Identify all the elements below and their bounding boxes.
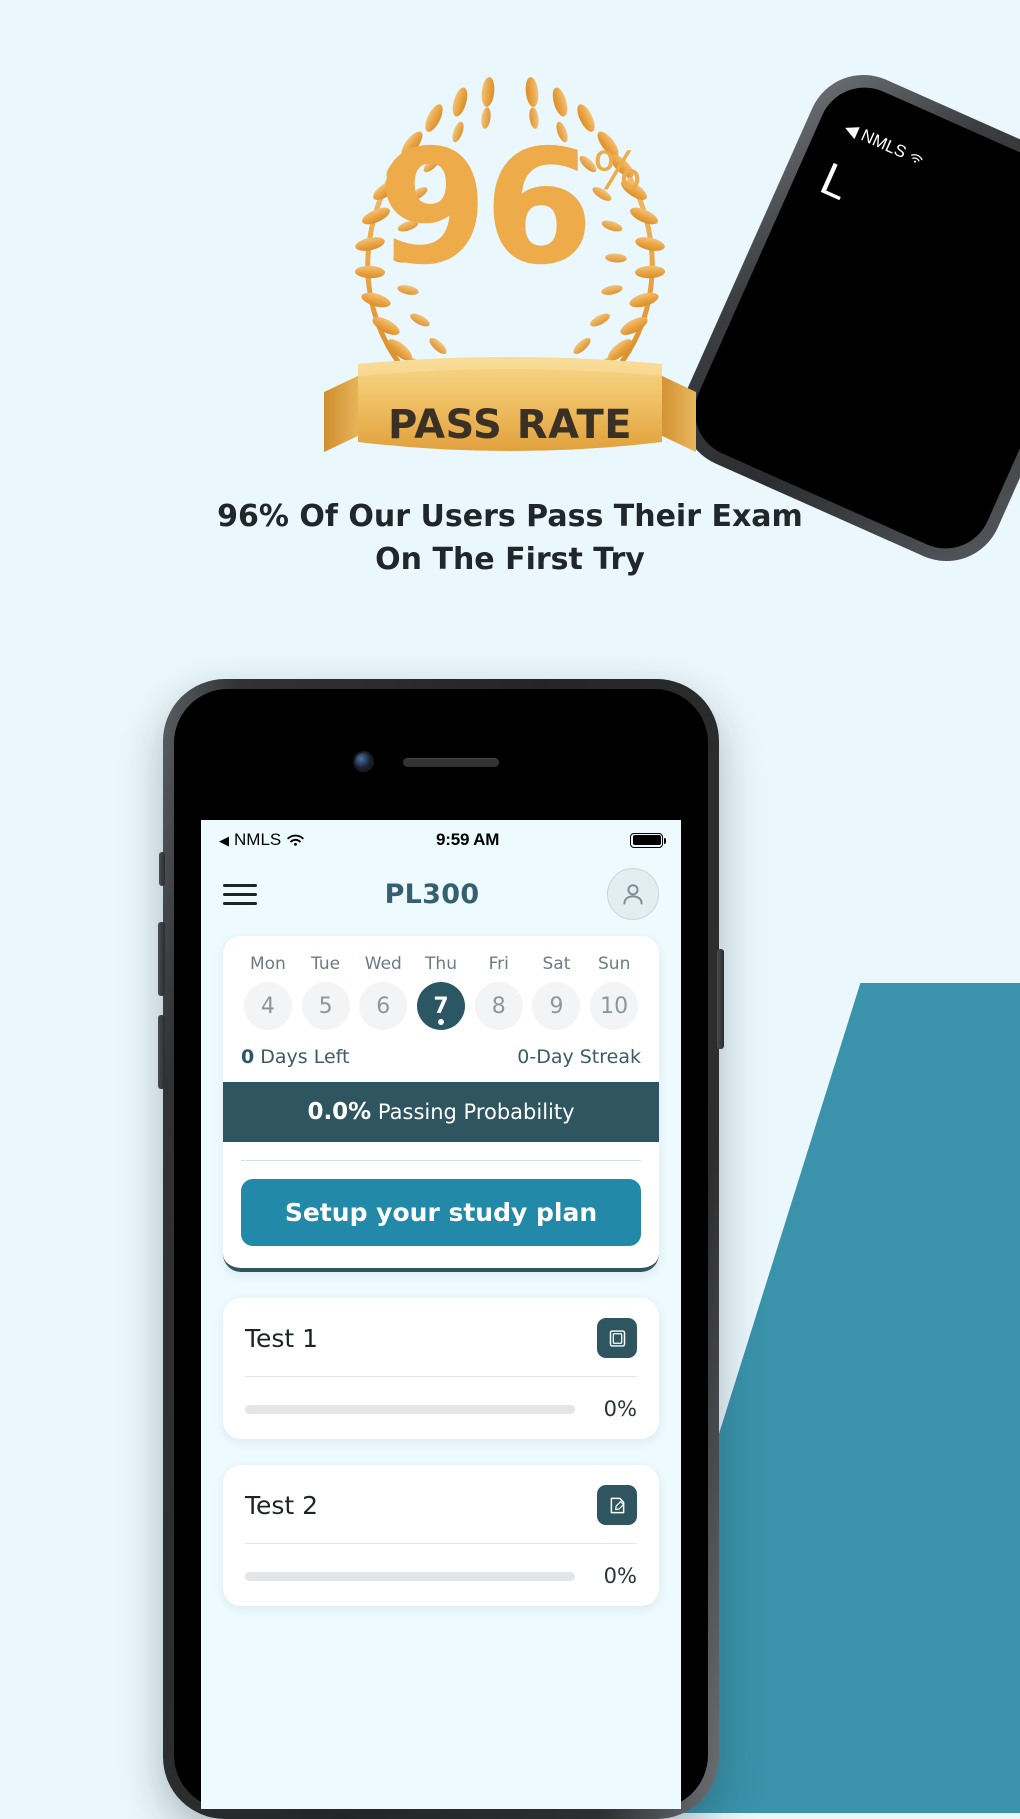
test-progress-row: 0% bbox=[245, 1397, 637, 1421]
app-header: PL300 bbox=[201, 860, 681, 928]
book-icon-glyph bbox=[609, 1329, 625, 1347]
calendar-day-wed[interactable]: Wed 6 bbox=[354, 954, 412, 1030]
day-number: 5 bbox=[301, 982, 350, 1030]
primary-phone-mockup: ◀ NMLS 9:59 AM PL300 Mon 4 Tue 5 Wed 6 T… bbox=[158, 679, 724, 1819]
progress-percent-label: 0% bbox=[603, 1397, 637, 1421]
phone-top-bezel bbox=[174, 689, 708, 831]
wifi-icon bbox=[287, 834, 304, 846]
calendar-day-thu-selected[interactable]: Thu 7 bbox=[412, 954, 470, 1030]
hero-tagline: 96% Of Our Users Pass Their Exam On The … bbox=[217, 499, 803, 577]
pass-rate-ribbon: PASS RATE bbox=[324, 356, 696, 474]
setup-study-plan-button[interactable]: Setup your study plan bbox=[241, 1179, 641, 1246]
day-name: Fri bbox=[488, 954, 509, 974]
status-bar-left: ◀ NMLS bbox=[219, 830, 305, 850]
test-progress-row: 0% bbox=[245, 1564, 637, 1588]
calendar-day-mon[interactable]: Mon 4 bbox=[239, 954, 297, 1030]
phone-mute-switch[interactable] bbox=[159, 852, 165, 886]
calendar-day-sun[interactable]: Sun 10 bbox=[585, 954, 643, 1030]
status-bar-right bbox=[630, 832, 666, 848]
study-plan-card: Mon 4 Tue 5 Wed 6 Thu 7 Fri 8 Sat 9 Sun … bbox=[223, 936, 659, 1272]
pass-rate-number: 96 bbox=[377, 116, 594, 300]
progress-bar bbox=[245, 1404, 575, 1414]
test-title: Test 2 bbox=[245, 1490, 319, 1520]
day-number: 10 bbox=[590, 982, 639, 1030]
phone-bezel: ◀ NMLS 9:59 AM PL300 Mon 4 Tue 5 Wed 6 T… bbox=[174, 689, 708, 1809]
earpiece-speaker-icon bbox=[403, 758, 499, 767]
pass-rate-percent-sign: % bbox=[592, 142, 643, 202]
status-bar: ◀ NMLS 9:59 AM bbox=[201, 820, 681, 860]
book-icon[interactable] bbox=[597, 1318, 637, 1358]
day-number: 4 bbox=[243, 982, 292, 1030]
day-number: 9 bbox=[532, 982, 581, 1030]
day-name: Sat bbox=[542, 954, 571, 974]
phone-volume-up-button[interactable] bbox=[158, 922, 165, 996]
day-name: Sun bbox=[598, 954, 631, 974]
day-name: Tue bbox=[311, 954, 341, 974]
pass-rate-percentage: 96 % bbox=[300, 116, 720, 300]
calendar-day-tue[interactable]: Tue 5 bbox=[297, 954, 355, 1030]
front-camera-icon bbox=[355, 753, 372, 770]
day-name: Wed bbox=[364, 954, 402, 974]
back-caret-icon[interactable]: ◀ bbox=[219, 834, 229, 847]
test-card-header: Test 2 bbox=[245, 1485, 637, 1525]
status-bar-time: 9:59 AM bbox=[436, 830, 500, 849]
test-card-divider bbox=[245, 1543, 637, 1544]
ribbon-label: PASS RATE bbox=[387, 402, 633, 448]
plan-card-divider bbox=[241, 1160, 641, 1161]
phone-screen: ◀ NMLS 9:59 AM PL300 Mon 4 Tue 5 Wed 6 T… bbox=[201, 820, 681, 1809]
page-title: PL300 bbox=[384, 878, 480, 910]
day-number: 6 bbox=[359, 982, 408, 1030]
days-left-value: 0 bbox=[241, 1046, 255, 1068]
phone-power-button[interactable] bbox=[717, 949, 724, 1049]
user-avatar-icon bbox=[623, 884, 643, 905]
battery-icon bbox=[630, 832, 666, 848]
progress-bar bbox=[245, 1571, 575, 1581]
edit-note-icon-glyph bbox=[610, 1497, 624, 1513]
hamburger-menu-icon[interactable] bbox=[223, 878, 257, 911]
plan-meta-row: 0 Days Left 0-Day Streak bbox=[223, 1034, 659, 1082]
phone-frame: ◀ NMLS 9:59 AM PL300 Mon 4 Tue 5 Wed 6 T… bbox=[158, 679, 724, 1819]
day-name: Thu bbox=[425, 954, 457, 974]
test-title: Test 1 bbox=[245, 1323, 319, 1353]
day-name: Mon bbox=[249, 954, 286, 974]
progress-percent-label: 0% bbox=[603, 1564, 637, 1588]
test-card-header: Test 1 bbox=[245, 1318, 637, 1358]
day-number: 8 bbox=[474, 982, 523, 1030]
days-left-label: 0 Days Left bbox=[241, 1046, 349, 1068]
passing-probability-banner: 0.0% Passing Probability bbox=[223, 1082, 659, 1142]
test-card-divider bbox=[245, 1376, 637, 1377]
days-left-text: Days Left bbox=[254, 1046, 350, 1068]
edit-note-icon[interactable] bbox=[597, 1485, 637, 1525]
streak-label: 0-Day Streak bbox=[517, 1046, 641, 1068]
phone-volume-down-button[interactable] bbox=[158, 1015, 165, 1089]
pass-rate-badge: 96 % PASS RATE bbox=[300, 44, 720, 474]
hero-section: 96 % PASS RATE 96% Of Our Users Pass The… bbox=[0, 0, 1020, 581]
passing-probability-text: Passing Probability bbox=[371, 1100, 575, 1124]
calendar-day-fri[interactable]: Fri 8 bbox=[470, 954, 528, 1030]
passing-probability-value: 0.0% bbox=[307, 1099, 372, 1125]
day-number: 7 bbox=[417, 982, 466, 1030]
avatar[interactable] bbox=[607, 868, 659, 920]
test-card[interactable]: Test 1 0% bbox=[223, 1298, 659, 1439]
week-calendar-strip: Mon 4 Tue 5 Wed 6 Thu 7 Fri 8 Sat 9 Sun … bbox=[223, 936, 659, 1034]
carrier-label: NMLS bbox=[234, 830, 282, 849]
test-card[interactable]: Test 2 0% bbox=[223, 1465, 659, 1606]
calendar-day-sat[interactable]: Sat 9 bbox=[528, 954, 586, 1030]
